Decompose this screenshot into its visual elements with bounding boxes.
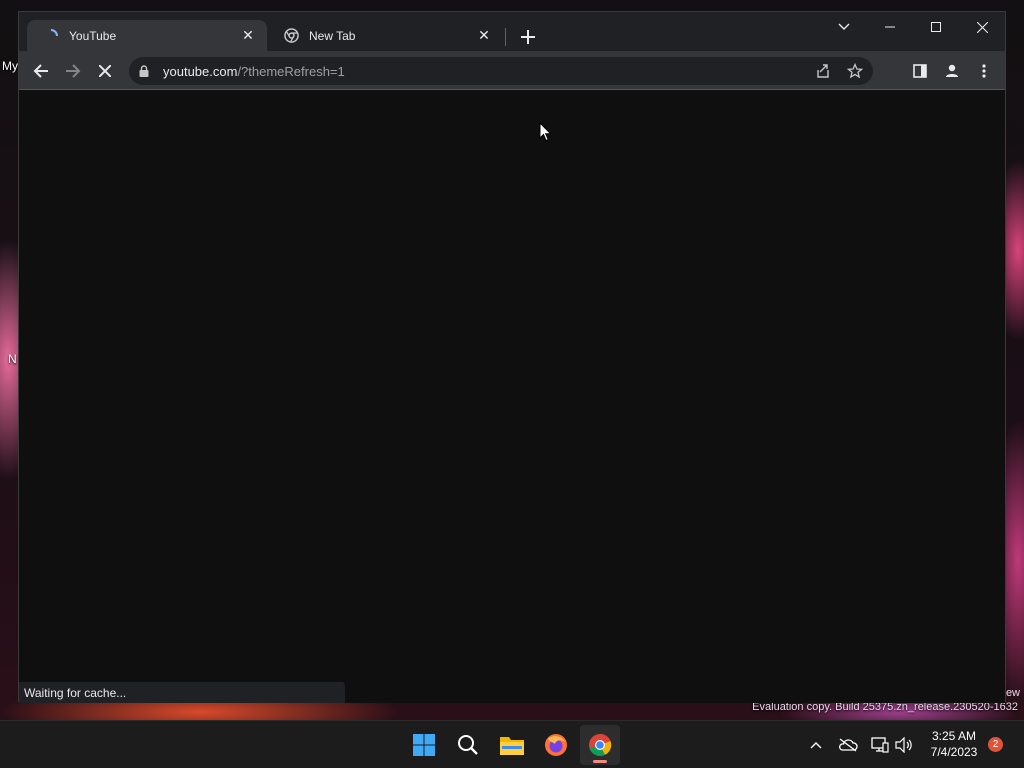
chrome-taskbar-icon[interactable] (580, 725, 620, 765)
side-panel-button[interactable] (906, 57, 934, 85)
clock-time: 3:25 AM (931, 729, 977, 743)
close-window-button[interactable] (959, 12, 1005, 42)
network-icon[interactable] (868, 733, 892, 757)
chrome-icon (283, 28, 299, 44)
onedrive-icon[interactable] (836, 733, 860, 757)
tab-title: YouTube (69, 28, 117, 43)
new-tab-button[interactable] (516, 25, 540, 49)
minimize-button[interactable] (867, 12, 913, 42)
close-icon[interactable]: ✕ (475, 27, 493, 45)
chrome-window: YouTube ✕ New Tab ✕ youtube.com/?themeRe… (18, 11, 1006, 703)
clock-date: 7/4/2023 (930, 745, 978, 759)
windows-start-icon[interactable] (404, 725, 444, 765)
url-path: /?themeRefresh=1 (237, 63, 345, 79)
file-explorer-icon[interactable] (492, 725, 532, 765)
more-menu-icon[interactable] (970, 57, 998, 85)
bookmark-star-icon[interactable] (841, 57, 869, 85)
youtube-loading-icon (43, 28, 59, 44)
browser-toolbar: youtube.com/?themeRefresh=1 (19, 51, 1005, 90)
url-text: youtube.com/?themeRefresh=1 (163, 64, 345, 79)
active-app-indicator (593, 760, 607, 763)
page-content[interactable]: Waiting for cache... (19, 91, 1005, 703)
tab-youtube[interactable]: YouTube ✕ (27, 20, 267, 51)
chevron-up-icon[interactable] (804, 733, 828, 757)
mouse-cursor-icon (539, 121, 552, 147)
firefox-icon[interactable] (536, 725, 576, 765)
volume-icon[interactable] (892, 733, 916, 757)
forward-button[interactable] (59, 57, 87, 85)
tab-new-tab[interactable]: New Tab ✕ (267, 20, 503, 51)
tab-title: New Tab (309, 28, 356, 43)
maximize-button[interactable] (913, 12, 959, 42)
stop-loading-button[interactable] (91, 57, 119, 85)
desktop-watermark-fragment: ew (1005, 687, 1020, 699)
system-clock[interactable]: 3:25 AM 7/4/2023 (920, 728, 988, 760)
tab-search-button[interactable] (821, 12, 867, 42)
url-host: youtube.com (163, 63, 238, 79)
desktop-icon-label[interactable]: My (2, 59, 18, 73)
taskbar: 3:25 AM 7/4/2023 2 (0, 720, 1024, 768)
back-button[interactable] (27, 57, 55, 85)
notification-badge[interactable]: 2 (988, 737, 1003, 752)
window-controls (821, 12, 1005, 42)
close-icon[interactable]: ✕ (239, 27, 257, 45)
tab-strip: YouTube ✕ New Tab ✕ (19, 12, 1005, 51)
lock-icon[interactable] (139, 65, 153, 77)
desktop-icon-label[interactable]: N (8, 352, 17, 366)
share-icon[interactable] (809, 57, 837, 85)
tab-separator (505, 28, 506, 46)
profile-avatar-icon[interactable] (938, 57, 966, 85)
status-bubble: Waiting for cache... (19, 682, 345, 703)
address-bar[interactable]: youtube.com/?themeRefresh=1 (129, 57, 873, 85)
search-icon[interactable] (448, 725, 488, 765)
